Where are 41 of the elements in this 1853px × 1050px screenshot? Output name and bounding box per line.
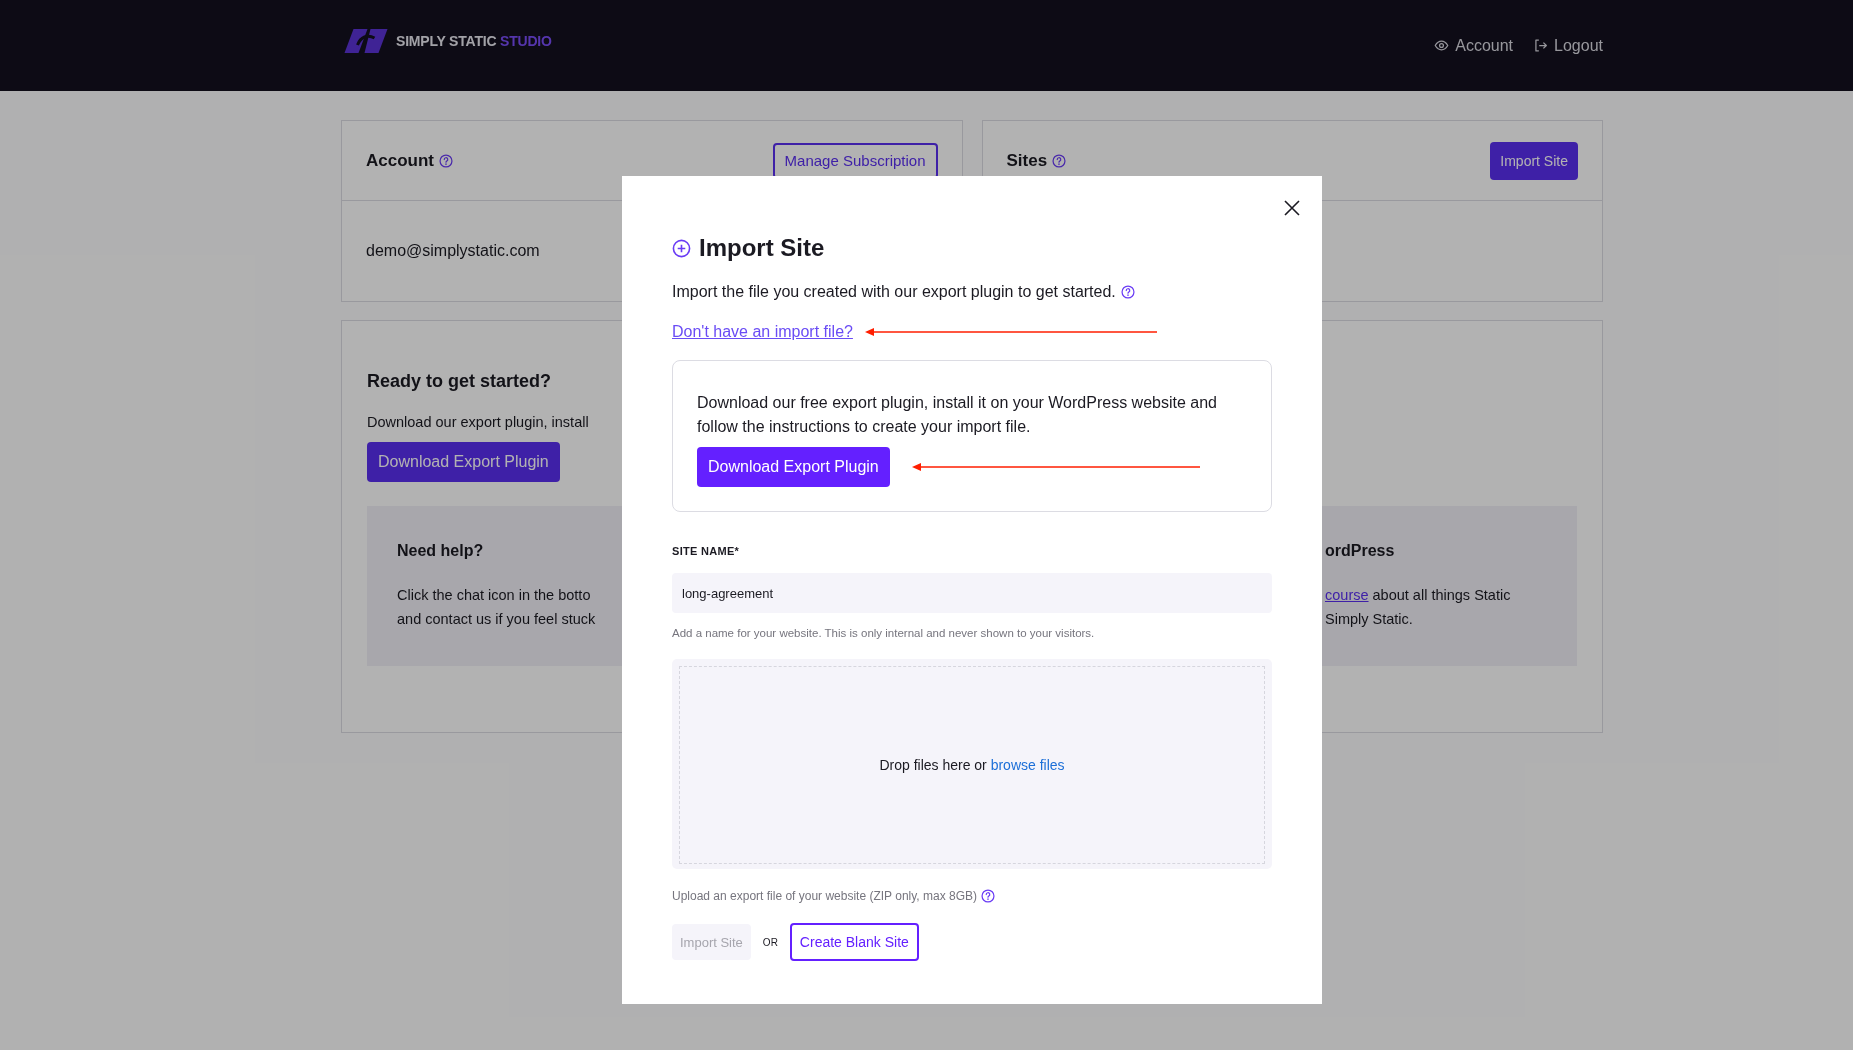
or-separator: OR <box>762 936 778 948</box>
import-file-help-link[interactable]: Don't have an import file? <box>672 323 853 341</box>
download-plugin-button[interactable]: Download Export Plugin <box>367 442 560 482</box>
card-title: Account <box>366 150 434 171</box>
file-dropzone[interactable]: Drop files here or browse files <box>672 659 1272 869</box>
dialog-intro: Import the file you created with our export plugin to get started. <box>672 283 1116 301</box>
help-title: ordPress <box>1325 542 1396 560</box>
help-title: Need help? <box>397 542 485 560</box>
help-text: and contact us if you feel stuck <box>397 610 597 629</box>
dropzone-text: Drop files here or browse files <box>879 757 1065 773</box>
manage-subscription-button[interactable]: Manage Subscription <box>772 142 938 179</box>
help-text: Click the chat icon in the botto <box>397 586 592 605</box>
import-site-button[interactable]: Import Site <box>1490 141 1578 180</box>
help-icon[interactable] <box>1120 285 1135 299</box>
nav-link[interactable]: Account <box>1434 36 1514 55</box>
eye-icon <box>1434 38 1450 53</box>
help-text: Simply Static. <box>1325 610 1414 629</box>
field-label: SITE NAME* <box>672 545 741 557</box>
help-icon[interactable] <box>1052 153 1067 168</box>
logo-icon <box>343 27 390 54</box>
card-title: Sites <box>1006 150 1048 171</box>
dialog-title: Import Site <box>699 234 825 262</box>
field-hint: Add a name for your website. This is only internal and never shown to your visitors. <box>672 627 1096 639</box>
section-title: Ready to get started? <box>367 371 553 392</box>
help-icon[interactable] <box>981 889 996 903</box>
section-text: Download our export plugin, install <box>367 414 589 430</box>
logo-text: SIMPLY STATIC STUDIO <box>396 32 552 49</box>
nav-link[interactable]: Logout <box>1533 36 1603 55</box>
close-icon <box>1284 200 1300 216</box>
help-icon[interactable] <box>439 153 453 168</box>
info-text: Download our free export plugin, install it on your WordPress website and follow the instructions to create your import file. <box>697 393 1218 437</box>
browse-files-link[interactable]: browse files <box>990 757 1065 773</box>
help-text: course about all things Static <box>1325 586 1512 605</box>
course-link[interactable]: course <box>1325 587 1369 603</box>
logout-icon <box>1533 38 1549 53</box>
upload-hint: Upload an export file of your website (ZIP only, max 8GB) <box>672 889 978 903</box>
create-blank-site-button[interactable]: Create Blank Site <box>789 923 919 961</box>
download-plugin-button[interactable]: Download Export Plugin <box>697 447 890 487</box>
account-email: demo@simplystatic.com <box>366 242 540 260</box>
site-name-field[interactable]: long-agreement <box>672 573 1272 613</box>
plus-circle-icon <box>672 238 691 258</box>
